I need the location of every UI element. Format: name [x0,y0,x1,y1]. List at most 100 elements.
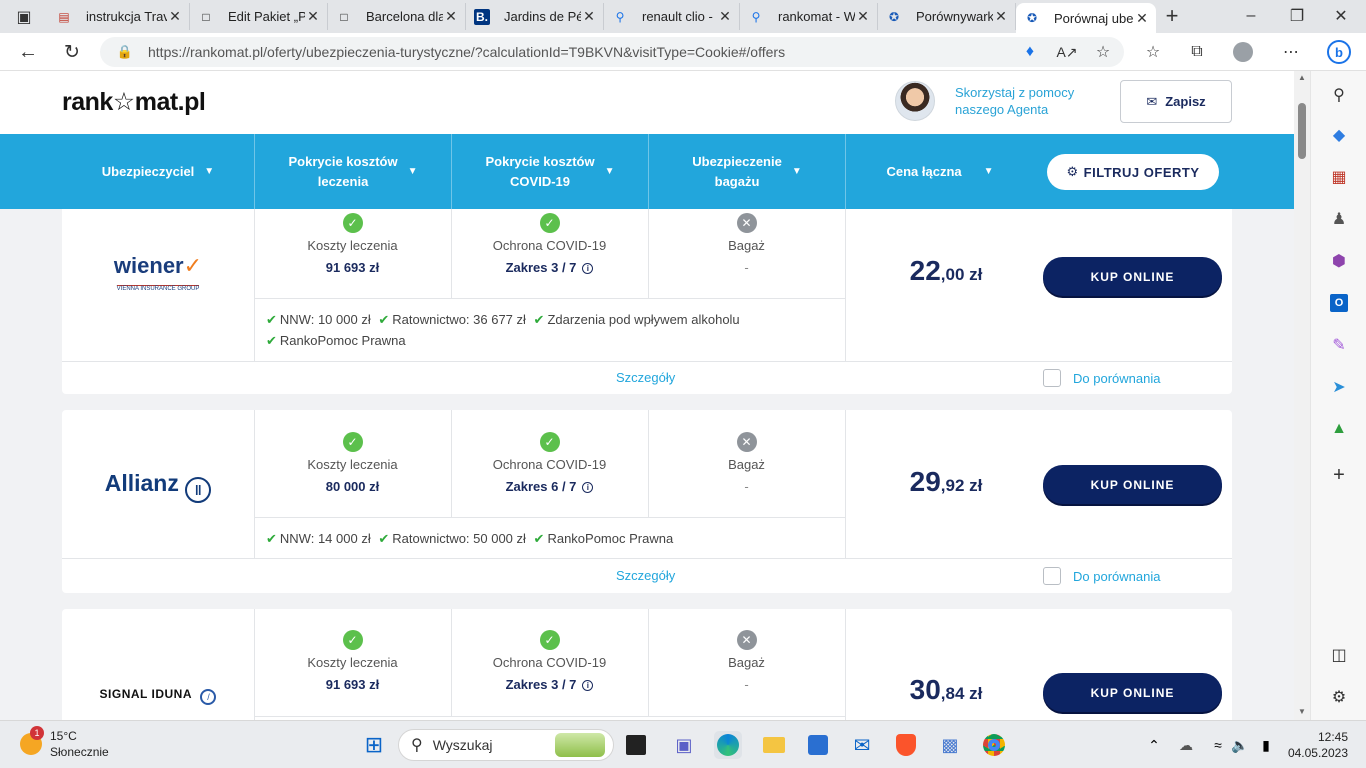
back-icon[interactable]: ← [16,40,40,64]
security-icon[interactable]: ☁ [1172,731,1200,759]
collections-icon[interactable]: ⧉ [1186,41,1208,63]
start-icon[interactable]: ⊞ [360,731,388,759]
refresh-icon[interactable]: ↻ [60,40,84,64]
tree-icon[interactable]: ▲ [1327,417,1351,441]
file-explorer-icon[interactable] [760,731,788,759]
buy-online-button[interactable]: KUP ONLINE [1043,257,1222,296]
settings-icon[interactable]: ⚙ [1327,685,1351,709]
close-tab-icon[interactable]: ✕ [581,8,597,25]
scroll-down-arrow[interactable]: ▼ [1298,707,1306,716]
filter-price[interactable]: Cena łączna ▼ [846,134,1034,209]
save-button[interactable]: ✉ Zapisz [1120,80,1232,123]
office-icon[interactable]: ⬢ [1327,249,1351,273]
search-icon: ⚲ [411,737,423,754]
info-icon[interactable]: i [582,482,594,493]
teams-icon[interactable]: ▣ [670,731,698,759]
tab[interactable]: ⚲ rankomat - W ✕ [740,3,878,30]
close-tab-icon[interactable]: ✕ [443,8,459,25]
chevron-up-icon[interactable]: ⌃ [1140,731,1168,759]
tag-icon[interactable]: ♦ [1020,42,1040,62]
covid-cell: ✓ Ochrona COVID-19 Zakres 3 / 7i [451,213,648,275]
caret-down-icon: ▼ [791,165,802,177]
check-icon: ✔ [266,531,277,546]
checkbox[interactable] [1043,369,1061,387]
agent-avatar[interactable] [895,81,935,121]
profile-icon[interactable] [1232,41,1254,63]
mail-icon[interactable]: ✉ [848,731,876,759]
taskbar-search[interactable]: ⚲ Wyszukaj [398,729,614,761]
minimize-icon[interactable]: – [1236,5,1266,27]
scroll-up-arrow[interactable]: ▲ [1298,73,1306,82]
filter-baggage[interactable]: Ubezpieczenie bagażu ▼ [649,134,846,209]
clock[interactable]: 12:45 04.05.2023 [1284,729,1348,761]
task-view-icon[interactable] [626,735,646,755]
tab-active[interactable]: ✪ Porównaj ube ✕ [1016,3,1156,33]
tab[interactable]: ⚲ renault clio - ( ✕ [604,3,740,30]
checkbox[interactable] [1043,567,1061,585]
sidebar-toggle-icon[interactable]: ◫ [1327,643,1351,667]
details-link[interactable]: Szczegóły [616,568,675,583]
filter-offers-button[interactable]: ⚙ FILTRUJ OFERTY [1047,154,1219,190]
app-icon[interactable]: ▩ [936,731,964,759]
tab[interactable]: ▤ instrukcja Trav ✕ [48,3,190,30]
new-tab-icon[interactable]: + [1160,3,1184,28]
close-tab-icon[interactable]: ✕ [717,8,733,25]
buy-online-button[interactable]: KUP ONLINE [1043,673,1222,712]
edge-taskbar-icon[interactable] [714,731,742,759]
browser-tab-bar: ▣ ▤ instrukcja Trav ✕ □ Edit Pakiet „PO … [0,0,1366,33]
tools-icon[interactable]: ▦ [1327,165,1351,189]
volume-icon[interactable]: 🔈 [1226,731,1254,759]
rankomat-logo[interactable]: rank☆mat.pl [62,87,206,117]
add-favorite-icon[interactable]: ☆ [1092,42,1114,62]
close-tab-icon[interactable]: ✕ [993,8,1009,25]
store-icon[interactable] [804,731,832,759]
tab[interactable]: B. Jardins de Pér ✕ [466,3,604,30]
close-window-icon[interactable]: ✕ [1326,5,1356,27]
tab[interactable]: □ Barcelona dla ✕ [328,3,466,30]
lock-icon[interactable]: 🔒 [116,43,134,61]
read-aloud-icon[interactable]: A↗ [1056,42,1078,62]
url-field[interactable]: 🔒 https://rankomat.pl/oferty/ubezpieczen… [100,37,1124,67]
add-icon[interactable]: + [1327,463,1351,487]
bing-icon[interactable]: b [1326,39,1352,65]
tab[interactable]: ✪ Porównywark ✕ [878,3,1016,30]
close-tab-icon[interactable]: ✕ [1134,10,1150,27]
games-icon[interactable]: ♟ [1327,207,1351,231]
info-icon[interactable]: i [582,680,594,691]
compare-checkbox[interactable]: Do porównania [1043,369,1160,387]
tab[interactable]: □ Edit Pakiet „PO ✕ [190,3,328,30]
weather-widget[interactable]: 1 15°C Słonecznie [20,726,130,762]
brave-icon[interactable] [892,731,920,759]
agent-help-link[interactable]: Skorzystaj z pomocy naszego Agenta [955,84,1074,118]
covid-cell: ✓ Ochrona COVID-19 Zakres 6 / 7i [451,432,648,494]
battery-icon[interactable]: ▮ [1252,731,1280,759]
x-circle-icon: ✕ [736,432,757,452]
close-tab-icon[interactable]: ✕ [167,8,183,25]
close-tab-icon[interactable]: ✕ [305,8,321,25]
chrome-icon[interactable] [980,731,1008,759]
scroll-thumb[interactable] [1298,103,1306,159]
buy-online-button[interactable]: KUP ONLINE [1043,465,1222,504]
close-tab-icon[interactable]: ✕ [855,8,871,25]
maximize-icon[interactable]: ❐ [1282,5,1312,27]
filter-covid[interactable]: Pokrycie kosztów COVID-19 ▼ [452,134,649,209]
more-menu-icon[interactable]: ⋯ [1280,41,1302,63]
send-icon[interactable]: ➤ [1327,375,1351,399]
shopping-tag-icon[interactable]: ◆ [1327,123,1351,147]
insurer-logo-wiener: wiener✓ VIENNA INSURANCE GROUP [113,253,203,293]
favorites-icon[interactable]: ☆ [1142,41,1164,63]
info-icon[interactable]: i [582,263,594,274]
caret-down-icon: ▼ [407,165,418,177]
outlook-icon[interactable]: O [1327,291,1351,315]
details-link[interactable]: Szczegóły [616,370,675,385]
compare-checkbox[interactable]: Do porównania [1043,567,1160,585]
search-icon[interactable]: ⚲ [1327,83,1351,107]
page-scrollbar[interactable]: ▲ ▼ [1294,71,1310,720]
filter-medical[interactable]: Pokrycie kosztów leczenia ▼ [255,134,452,209]
extras-list: ✔ NNW: 14 000 zł ✔ Ratownictwo: 50 000 zł … [266,531,674,546]
gear-icon: ⚙ [1066,164,1079,179]
filter-insurer[interactable]: Ubezpieczyciel ▼ [62,134,255,209]
offer-card: wiener✓ VIENNA INSURANCE GROUP ✓ Koszty … [62,209,1232,394]
designer-icon[interactable]: ✎ [1327,333,1351,357]
tab-actions-icon[interactable]: ▣ [14,7,34,27]
